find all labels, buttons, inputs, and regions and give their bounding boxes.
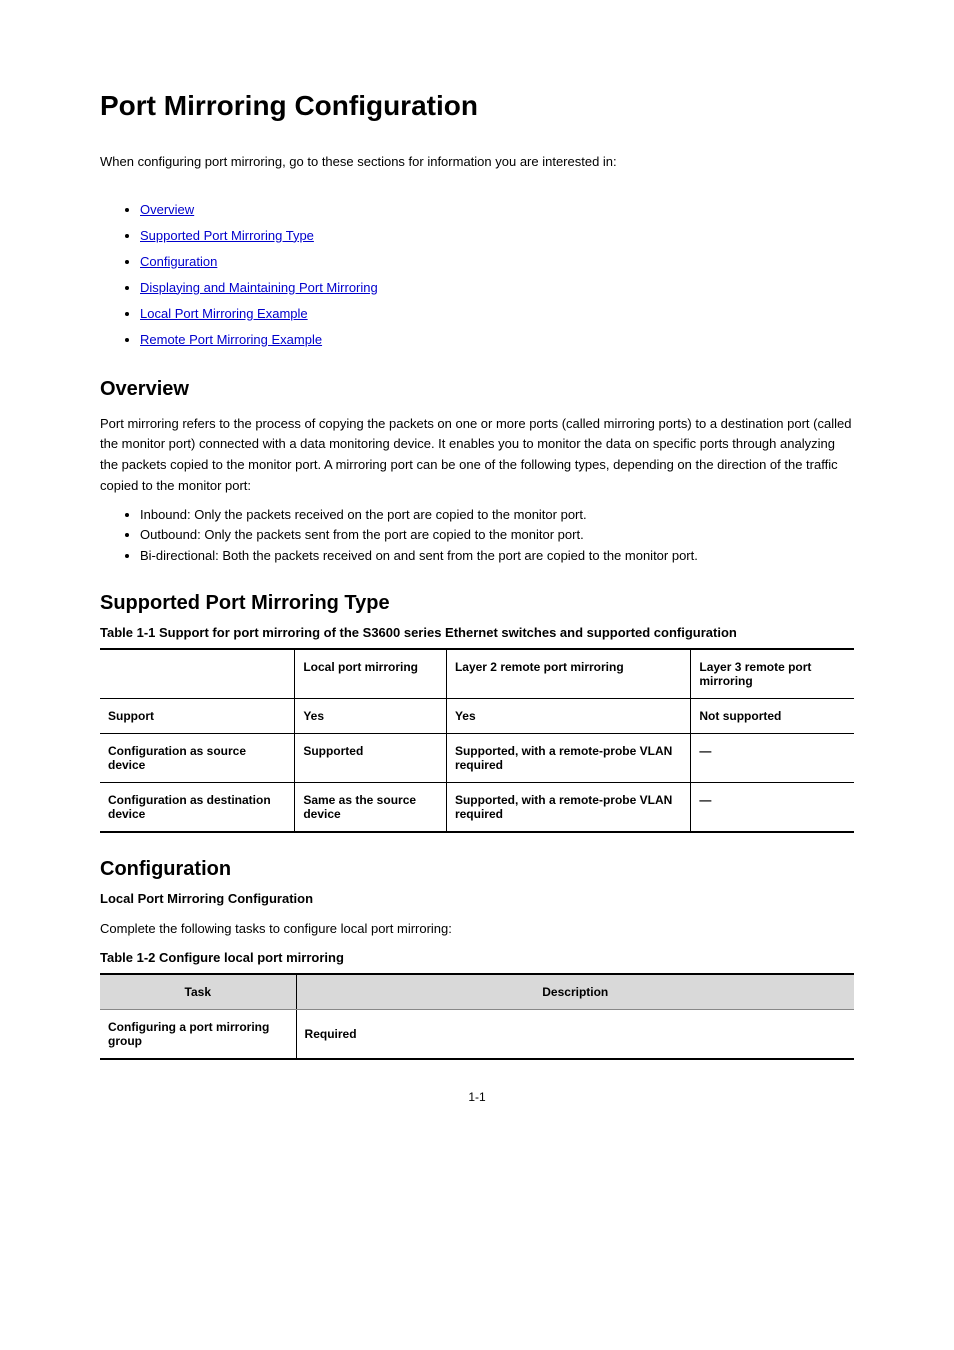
toc-link-local-example[interactable]: Local Port Mirroring Example [140, 306, 308, 321]
table-cell: — [691, 783, 854, 833]
table1-caption: Table 1-1 Support for port mirroring of … [100, 625, 854, 640]
page-title: Port Mirroring Configuration [100, 90, 854, 122]
table2-caption: Table 1-2 Configure local port mirroring [100, 950, 854, 965]
table-cell: Configuring a port mirroring group [100, 1009, 296, 1059]
table-row: Support Yes Yes Not supported [100, 699, 854, 734]
table-cell: Supported [295, 734, 447, 783]
overview-bullets: Inbound: Only the packets received on th… [100, 505, 854, 567]
table-header: Layer 2 remote port mirroring [446, 649, 690, 699]
toc-link-overview[interactable]: Overview [140, 202, 194, 217]
table-header: Local port mirroring [295, 649, 447, 699]
list-item: Remote Port Mirroring Example [140, 327, 854, 353]
table-cell: Not supported [691, 699, 854, 734]
table-cell: Support [100, 699, 295, 734]
config-subheading: Local Port Mirroring Configuration [100, 891, 854, 906]
table-cell: Configuration as destination device [100, 783, 295, 833]
table-header: Task [100, 974, 296, 1010]
list-item: Overview [140, 197, 854, 223]
overview-heading: Overview [100, 378, 854, 401]
table-header: Description [296, 974, 854, 1010]
toc-link-displaying[interactable]: Displaying and Maintaining Port Mirrorin… [140, 280, 378, 295]
list-item: Bi-directional: Both the packets receive… [140, 546, 854, 567]
intro-paragraph: When configuring port mirroring, go to t… [100, 152, 854, 172]
table-header: Layer 3 remote port mirroring [691, 649, 854, 699]
toc-list: Overview Supported Port Mirroring Type C… [100, 197, 854, 353]
list-item: Displaying and Maintaining Port Mirrorin… [140, 275, 854, 301]
table-cell: Yes [295, 699, 447, 734]
table-row: Configuration as destination device Same… [100, 783, 854, 833]
overview-paragraph: Port mirroring refers to the process of … [100, 414, 854, 497]
config-para: Complete the following tasks to configur… [100, 919, 854, 940]
list-item: Supported Port Mirroring Type [140, 223, 854, 249]
config-heading: Configuration [100, 858, 854, 881]
list-item: Outbound: Only the packets sent from the… [140, 525, 854, 546]
table-cell: Same as the source device [295, 783, 447, 833]
supported-heading: Supported Port Mirroring Type [100, 592, 854, 615]
table-cell: Supported, with a remote-probe VLAN requ… [446, 783, 690, 833]
table-cell: Supported, with a remote-probe VLAN requ… [446, 734, 690, 783]
toc-link-configuration[interactable]: Configuration [140, 254, 217, 269]
table-header [100, 649, 295, 699]
table-cell: Configuration as source device [100, 734, 295, 783]
list-item: Configuration [140, 249, 854, 275]
table-row: Configuration as source device Supported… [100, 734, 854, 783]
table-row: Task Description [100, 974, 854, 1010]
table-row: Local port mirroring Layer 2 remote port… [100, 649, 854, 699]
list-item: Inbound: Only the packets received on th… [140, 505, 854, 526]
table-cell: Yes [446, 699, 690, 734]
toc-link-supported[interactable]: Supported Port Mirroring Type [140, 228, 314, 243]
task-table: Task Description Configuring a port mirr… [100, 973, 854, 1060]
support-table: Local port mirroring Layer 2 remote port… [100, 648, 854, 833]
table-row: Configuring a port mirroring group Requi… [100, 1009, 854, 1059]
toc-link-remote-example[interactable]: Remote Port Mirroring Example [140, 332, 322, 347]
table-cell: — [691, 734, 854, 783]
table-cell: Required [296, 1009, 854, 1059]
page-number: 1-1 [100, 1060, 854, 1104]
list-item: Local Port Mirroring Example [140, 301, 854, 327]
